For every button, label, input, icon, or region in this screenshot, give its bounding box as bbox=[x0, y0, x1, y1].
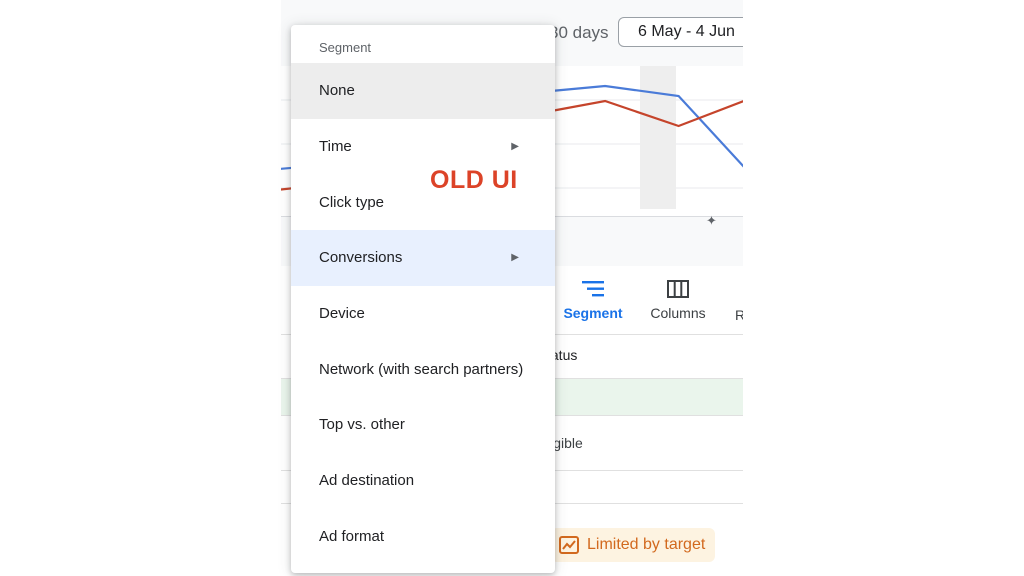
menu-item-none[interactable]: None bbox=[291, 63, 555, 119]
menu-item-ad-destination[interactable]: Ad destination bbox=[291, 453, 555, 509]
chart-hover-band bbox=[640, 66, 676, 209]
date-range-picker[interactable]: 6 May - 4 Jun bbox=[618, 17, 743, 47]
sparkle-icon[interactable]: ✦ bbox=[706, 213, 717, 229]
menu-item-label: Network (with search partners) bbox=[319, 361, 524, 378]
columns-icon bbox=[667, 280, 689, 298]
menu-header: Segment bbox=[319, 40, 372, 55]
menu-item-device[interactable]: Device bbox=[291, 286, 555, 342]
old-ui-annotation: OLD UI bbox=[430, 166, 518, 194]
menu-item-conversions[interactable]: Conversions ▶ bbox=[291, 230, 555, 286]
limited-badge-label: Limited by target bbox=[587, 536, 706, 553]
menu-item-label: Top vs. other bbox=[319, 416, 405, 433]
menu-item-label: Ad format bbox=[319, 528, 385, 545]
menu-item-network[interactable]: Network (with search partners) bbox=[291, 342, 555, 398]
days-label: 30 days bbox=[549, 23, 609, 42]
trend-chart-icon bbox=[559, 536, 579, 554]
segment-icon bbox=[582, 281, 604, 297]
date-range-text: 6 May - 4 Jun bbox=[638, 23, 735, 40]
menu-item-top-vs-other[interactable]: Top vs. other bbox=[291, 397, 555, 453]
segment-label: Segment bbox=[563, 305, 623, 321]
segment-button[interactable]: Segment bbox=[563, 280, 623, 321]
limited-by-target-badge[interactable]: Limited by target bbox=[551, 528, 716, 562]
menu-item-label: Time bbox=[319, 138, 352, 155]
reports-label: R bbox=[735, 307, 743, 323]
segment-menu: Segment None Time ▶ Click type Conversio… bbox=[291, 25, 555, 573]
menu-item-label: Device bbox=[319, 305, 365, 322]
menu-item-label: Ad destination bbox=[319, 472, 415, 489]
reports-button[interactable]: R bbox=[735, 307, 743, 323]
menu-item-ad-format[interactable]: Ad format bbox=[291, 509, 555, 565]
menu-item-label: Click type bbox=[319, 194, 385, 211]
columns-label: Columns bbox=[650, 305, 706, 321]
columns-button[interactable]: Columns bbox=[643, 280, 713, 321]
menu-item-label: None bbox=[319, 82, 355, 99]
submenu-arrow-icon: ▶ bbox=[511, 252, 519, 263]
menu-item-label: Conversions bbox=[319, 249, 403, 266]
